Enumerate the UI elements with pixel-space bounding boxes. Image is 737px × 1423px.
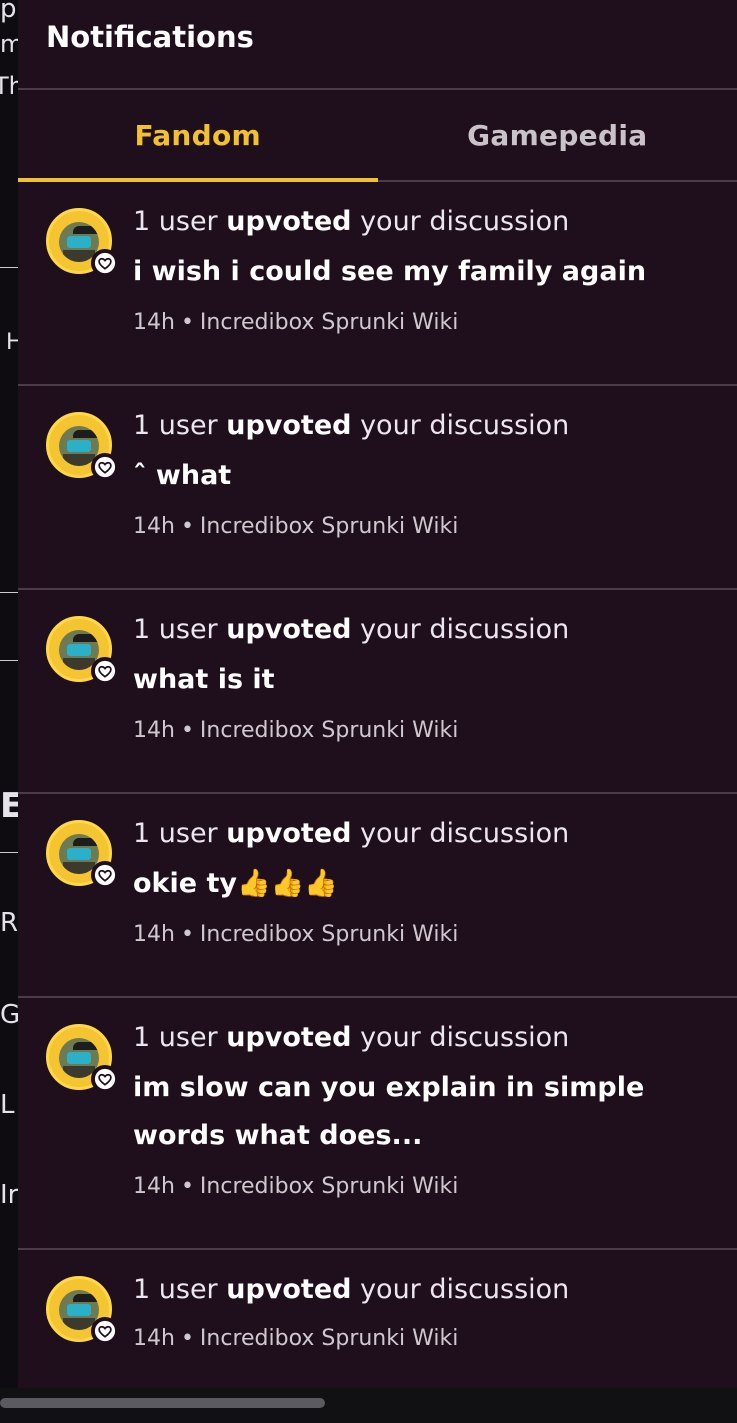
wiki-name: Incredibox Sprunki Wiki <box>199 1174 459 1199</box>
notification-message: 1 user upvoted your discussion <box>133 410 570 441</box>
timestamp: 14h <box>133 310 175 335</box>
scrollbar-thumb[interactable] <box>0 1398 325 1408</box>
avatar <box>46 616 119 685</box>
notification-item[interactable]: 1 user upvoted your discussion what is i… <box>18 590 737 794</box>
notification-meta: 14h • Incredibox Sprunki Wiki <box>133 512 717 542</box>
background-text-fragment: L <box>0 1090 15 1120</box>
heart-icon <box>91 861 119 889</box>
timestamp: 14h <box>133 1326 175 1351</box>
notification-meta: 14h • Incredibox Sprunki Wiki <box>133 1172 717 1202</box>
notification-content: 1 user upvoted your discussion ˆ what 14… <box>133 408 717 542</box>
background-divider <box>0 852 18 853</box>
wiki-name: Incredibox Sprunki Wiki <box>199 514 459 539</box>
meta-separator: • <box>180 718 194 743</box>
wiki-name: Incredibox Sprunki Wiki <box>199 1326 459 1351</box>
background-text-fragment: p <box>0 0 17 24</box>
background-divider <box>0 660 18 661</box>
notification-content: 1 user upvoted your discussion i wish i … <box>133 204 717 338</box>
wiki-name: Incredibox Sprunki Wiki <box>199 922 459 947</box>
heart-icon <box>91 249 119 277</box>
discussion-snippet: im slow can you explain in simple words … <box>133 1072 645 1151</box>
meta-separator: • <box>180 1326 194 1351</box>
heart-icon <box>91 1317 119 1345</box>
wiki-name: Incredibox Sprunki Wiki <box>199 310 459 335</box>
discussion-snippet: i wish i could see my family again <box>133 256 647 287</box>
notification-content: 1 user upvoted your discussion 14h • Incre… <box>133 1272 717 1354</box>
notification-message: 1 user upvoted your discussion <box>133 818 570 849</box>
avatar <box>46 208 119 277</box>
notification-content: 1 user upvoted your discussion okie ty👍👍… <box>133 816 717 950</box>
notifications-drawer: Notifications Fandom Gamepedia 1 user up… <box>18 0 737 1388</box>
heart-icon <box>91 657 119 685</box>
notification-item[interactable]: 1 user upvoted your discussion ˆ what 14… <box>18 386 737 590</box>
background-text-fragment: G <box>0 1000 18 1030</box>
notification-list: 1 user upvoted your discussion i wish i … <box>18 182 737 1386</box>
discussion-snippet: what is it <box>133 664 275 695</box>
wiki-name: Incredibox Sprunki Wiki <box>199 718 459 743</box>
meta-separator: • <box>180 514 194 539</box>
timestamp: 14h <box>133 1174 175 1199</box>
notification-content: 1 user upvoted your discussion what is i… <box>133 612 717 746</box>
notification-item[interactable]: 1 user upvoted your discussion im slow c… <box>18 998 737 1250</box>
background-page-fragment: p m Th H E R G L Ir <box>0 0 18 1423</box>
tab-fandom[interactable]: Fandom <box>18 90 378 182</box>
meta-separator: • <box>180 310 194 335</box>
notification-message: 1 user upvoted your discussion <box>133 206 570 237</box>
background-text-fragment: m <box>0 30 18 58</box>
background-text-fragment: R <box>0 908 18 938</box>
notification-message: 1 user upvoted your discussion <box>133 1274 570 1305</box>
notification-meta: 14h • Incredibox Sprunki Wiki <box>133 1324 717 1354</box>
notification-message: 1 user upvoted your discussion <box>133 614 570 645</box>
background-text-fragment: Th <box>0 72 18 100</box>
notification-item[interactable]: 1 user upvoted your discussion 14h • Incre… <box>18 1250 737 1386</box>
discussion-snippet: ˆ what <box>133 460 232 491</box>
heart-icon <box>91 453 119 481</box>
background-text-fragment: E <box>0 786 18 826</box>
avatar <box>46 1276 119 1345</box>
timestamp: 14h <box>133 922 175 947</box>
background-text-fragment: Ir <box>0 1180 18 1210</box>
background-divider <box>0 592 18 593</box>
notification-meta: 14h • Incredibox Sprunki Wiki <box>133 920 717 950</box>
timestamp: 14h <box>133 718 175 743</box>
notification-message: 1 user upvoted your discussion <box>133 1022 570 1053</box>
avatar <box>46 1024 119 1093</box>
discussion-snippet: okie ty👍👍👍 <box>133 868 338 899</box>
page-title: Notifications <box>46 20 254 54</box>
avatar <box>46 820 119 889</box>
avatar <box>46 412 119 481</box>
background-text-fragment: H <box>6 330 18 355</box>
notification-content: 1 user upvoted your discussion im slow c… <box>133 1020 717 1202</box>
background-divider <box>0 267 18 268</box>
meta-separator: • <box>180 922 194 947</box>
notification-meta: 14h • Incredibox Sprunki Wiki <box>133 308 717 338</box>
tab-bar: Fandom Gamepedia <box>18 90 737 182</box>
heart-icon <box>91 1065 119 1093</box>
timestamp: 14h <box>133 514 175 539</box>
notification-item[interactable]: 1 user upvoted your discussion okie ty👍👍… <box>18 794 737 998</box>
notification-meta: 14h • Incredibox Sprunki Wiki <box>133 716 717 746</box>
tab-gamepedia[interactable]: Gamepedia <box>378 90 737 180</box>
notification-item[interactable]: 1 user upvoted your discussion i wish i … <box>18 182 737 386</box>
drawer-header: Notifications <box>18 0 737 90</box>
meta-separator: • <box>180 1174 194 1199</box>
